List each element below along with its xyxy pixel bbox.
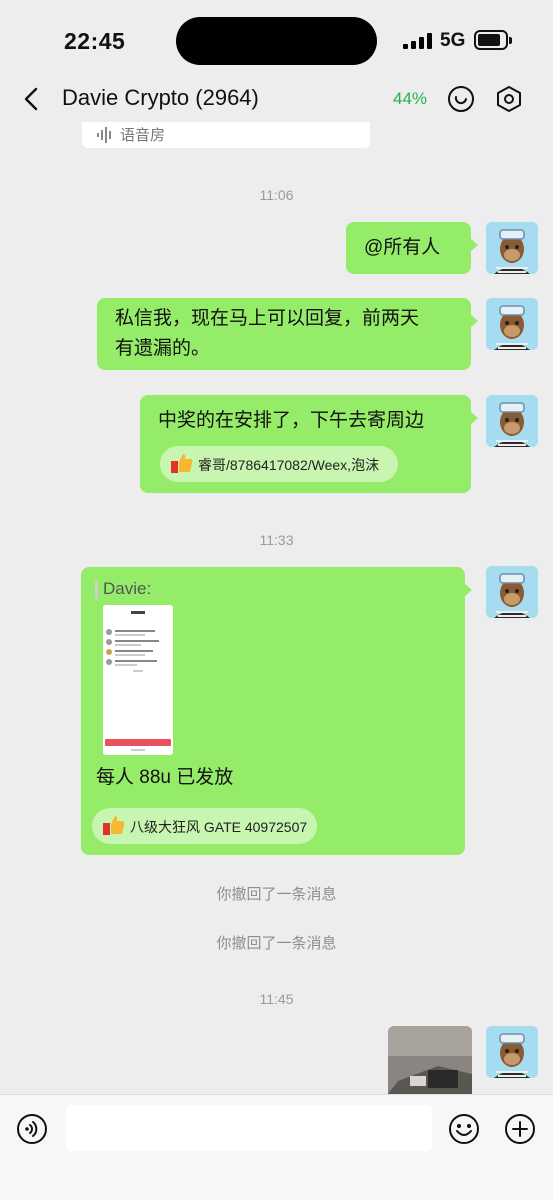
voice-icon[interactable] (16, 1113, 48, 1145)
recall-notice: 你撤回了一条消息 (216, 886, 337, 903)
avatar[interactable] (486, 566, 538, 618)
status-bar: 22:45 5G (0, 0, 553, 80)
thumbs-up-icon (171, 454, 193, 473)
emoji-icon[interactable] (448, 1113, 480, 1145)
message-text: 每人 88u 已发放 (96, 767, 234, 788)
mention-tag[interactable]: 睿哥/8786417082/Weex,泡沫 (160, 446, 398, 482)
message-input[interactable] (66, 1105, 432, 1151)
timestamp: 11:06 (259, 187, 294, 203)
timestamp: 11:45 (259, 991, 294, 1007)
message-bubble[interactable]: 私信我，现在马上可以回复，前两天 有遗漏的。 (97, 298, 478, 370)
message-bubble[interactable]: @所有人 (346, 222, 478, 274)
message-text: @所有人 (364, 237, 441, 258)
thumbs-up-icon (103, 816, 125, 835)
voice-room-label: 语音房 (120, 127, 166, 144)
network-label: 5G (440, 30, 466, 51)
quote-author: Davie: (103, 579, 152, 598)
signal-icon (403, 33, 433, 49)
avatar[interactable] (486, 1026, 538, 1078)
progress-percent: 44% (393, 89, 428, 108)
nav-bar: Davie Crypto (2964) 44% (0, 72, 553, 126)
status-time: 22:45 (64, 28, 126, 54)
input-bar (0, 1094, 553, 1200)
message-text: 中奖的在安排了，下午去寄周边 (158, 410, 425, 431)
message-text-line: 有遗漏的。 (115, 338, 211, 359)
tag-text: 八级大狂风 GATE 40972507 (130, 819, 308, 835)
plus-icon[interactable] (504, 1113, 536, 1145)
avatar[interactable] (486, 395, 538, 447)
emoji-circle-icon[interactable] (447, 85, 475, 113)
mention-tag[interactable]: 八级大狂风 GATE 40972507 (92, 808, 317, 844)
message-bubble[interactable]: 中奖的在安排了，下午去寄周边 睿哥/8786417082/Weex,泡沫 (140, 395, 478, 493)
image-message[interactable] (388, 1026, 472, 1094)
message-text-line: 私信我，现在马上可以回复，前两天 (115, 308, 420, 329)
quote-bar (95, 581, 98, 599)
chat-title: Davie Crypto (2964) (62, 85, 259, 110)
avatar[interactable] (486, 298, 538, 350)
dynamic-island (176, 17, 377, 65)
battery-icon (474, 30, 512, 50)
tag-text: 睿哥/8786417082/Weex,泡沫 (198, 457, 380, 473)
voice-wave-icon (97, 127, 111, 143)
avatar[interactable] (486, 222, 538, 274)
timestamp: 11:33 (259, 532, 294, 548)
back-icon[interactable] (18, 84, 48, 114)
screenshot-thumbnail[interactable] (103, 605, 173, 755)
voice-room-bar[interactable]: 语音房 (82, 122, 370, 148)
recall-notice: 你撤回了一条消息 (216, 935, 337, 952)
message-bubble[interactable]: Davie: 每人 88u 已发放 八级大狂风 GATE 40972507 (81, 567, 472, 855)
settings-hex-icon[interactable] (495, 85, 523, 113)
